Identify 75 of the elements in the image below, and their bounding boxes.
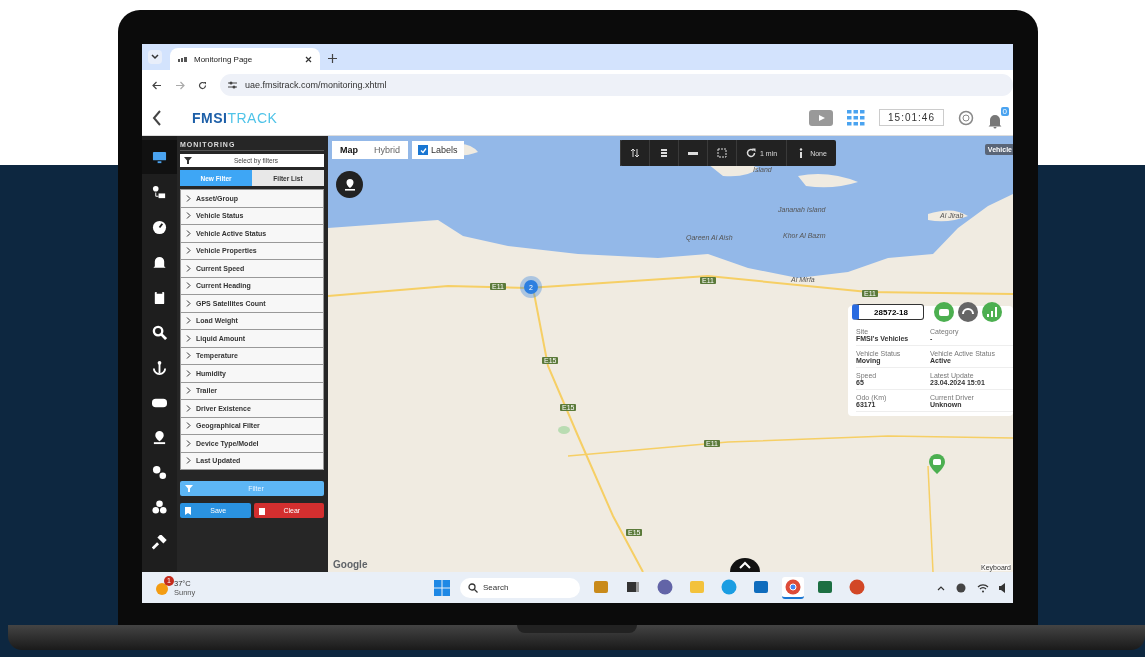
app-grid-icon[interactable] — [847, 109, 866, 126]
layers-icon — [659, 148, 669, 158]
caret-up-icon[interactable] — [937, 584, 945, 591]
favicon-icon — [178, 56, 188, 62]
monitor-icon — [152, 149, 167, 165]
checkmark-icon — [419, 146, 427, 154]
new-tab-icon[interactable] — [328, 54, 337, 63]
chevron-right-icon — [186, 334, 191, 342]
bell-icon — [152, 254, 167, 270]
clock: 15:01:46 — [879, 109, 944, 126]
filter-icon — [185, 485, 193, 492]
gauge-icon — [152, 219, 167, 235]
pin-icon — [152, 429, 167, 445]
chevron-right-icon — [186, 404, 191, 412]
video-play-icon[interactable] — [809, 109, 834, 126]
chevron-right-icon — [186, 229, 191, 237]
app-logo-icon — [817, 578, 833, 595]
map-type-button[interactable]: Map — [332, 141, 366, 159]
hammer-icon — [152, 534, 167, 550]
nav-item[interactable] — [142, 140, 177, 174]
chevron-right-icon — [186, 299, 191, 307]
anchor-icon — [152, 359, 167, 375]
search-icon — [468, 582, 478, 593]
location-pin-icon — [343, 177, 356, 192]
chevron-right-icon — [186, 212, 191, 220]
chevron-right-icon — [186, 439, 191, 447]
back-chevron-icon[interactable] — [152, 109, 162, 126]
search-icon — [152, 324, 167, 340]
bookmark-icon — [185, 506, 191, 515]
chevron-right-icon — [186, 264, 191, 272]
back-arrow-icon[interactable] — [152, 80, 162, 90]
app-logo-icon — [721, 578, 737, 595]
taskbar-search[interactable]: Search — [460, 577, 580, 598]
tab-title: Monitoring Page — [194, 54, 254, 64]
logo: FMSITRACK — [192, 109, 278, 126]
address-bar[interactable]: uae.fmsitrack.com/monitoring.xhtml — [220, 74, 1013, 96]
chevron-down-icon — [151, 54, 159, 60]
close-icon[interactable] — [305, 55, 312, 63]
chevron-right-icon — [186, 422, 191, 430]
plate-number: 28572-18 — [852, 304, 924, 320]
browser-tab[interactable]: Monitoring Page — [170, 48, 320, 70]
arrows-icon — [630, 148, 640, 158]
trash-icon — [258, 506, 265, 515]
windows-start-icon[interactable] — [434, 579, 450, 596]
expand-up-button[interactable] — [730, 558, 760, 572]
filter-icon — [184, 157, 192, 164]
clipboard-icon — [152, 289, 167, 305]
chevron-right-icon — [186, 457, 191, 465]
refresh-icon — [746, 148, 756, 158]
labels-checkbox[interactable]: Labels — [412, 141, 464, 159]
map-type-button[interactable]: Hybrid — [366, 141, 408, 159]
url-text: uae.fmsitrack.com/monitoring.xhtml — [245, 80, 387, 90]
chevron-right-icon — [186, 387, 191, 395]
vehicle-marker-icon[interactable] — [929, 454, 945, 474]
wifi-icon[interactable] — [977, 582, 989, 593]
app-logo-icon — [785, 578, 801, 595]
google-attribution: Google — [333, 559, 368, 570]
chevron-right-icon — [186, 317, 191, 325]
reload-icon[interactable] — [198, 80, 207, 90]
chevron-right-icon — [186, 352, 191, 360]
chevron-right-icon — [186, 282, 191, 290]
site-settings-icon[interactable] — [228, 81, 237, 89]
chevron-right-icon — [186, 247, 191, 255]
chevron-right-icon — [186, 369, 191, 377]
app-logo-icon — [657, 578, 673, 595]
tab-list-button[interactable] — [148, 50, 162, 64]
speaker-icon[interactable] — [999, 582, 1005, 593]
app-logo-icon — [689, 578, 705, 595]
support-icon[interactable] — [958, 109, 974, 126]
chevron-right-icon — [186, 194, 191, 202]
app-logo-icon — [849, 578, 865, 595]
app-logo-icon — [753, 578, 769, 595]
select-icon — [717, 148, 727, 158]
app-logo-icon — [593, 578, 609, 595]
notification-badge: 0 — [1000, 106, 1009, 116]
